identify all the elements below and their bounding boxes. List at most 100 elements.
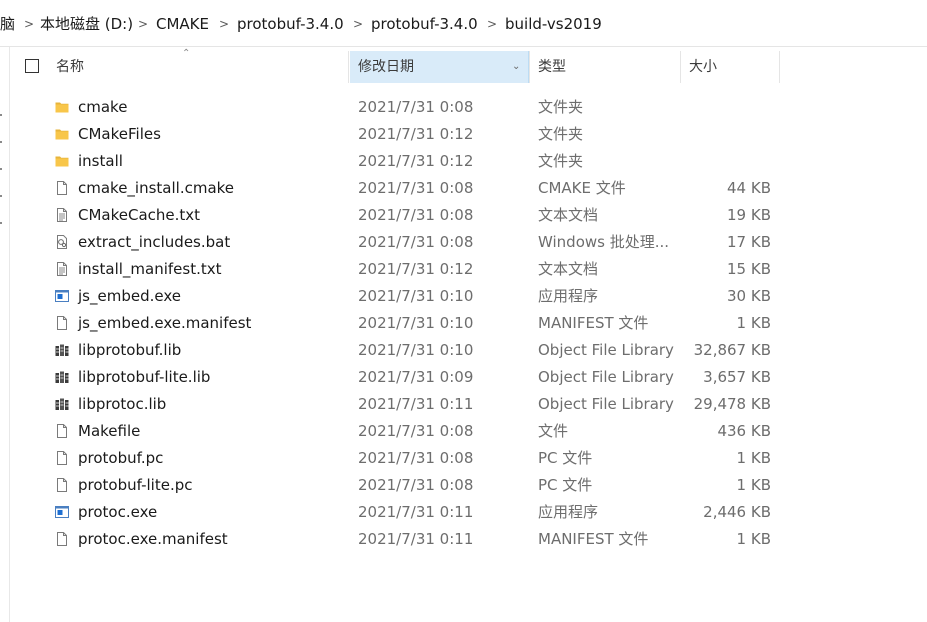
breadcrumb-item-drive[interactable]: 本地磁盘 (D:) [40,14,133,34]
breadcrumb-item-cmake[interactable]: CMAKE [156,14,209,34]
file-type: 文件夹 [538,152,584,170]
file-size: 436 KB [717,422,771,440]
file-type: MANIFEST 文件 [538,314,649,332]
file-date-modified: 2021/7/31 0:08 [358,422,474,440]
library-icon [54,342,70,358]
file-date-modified: 2021/7/31 0:11 [358,530,474,548]
file-name: protoc.exe [78,503,158,521]
chevron-down-icon[interactable]: ⌄ [512,60,520,74]
file-type: CMAKE 文件 [538,179,626,197]
file-name: libprotoc.lib [78,395,167,413]
file-row[interactable]: cmake_install.cmake 2021/7/31 0:08 CMAKE 文… [10,175,927,202]
file-icon [54,180,70,196]
file-date-modified: 2021/7/31 0:10 [358,314,474,332]
chevron-right-icon[interactable]: > [487,15,497,33]
chevron-right-icon[interactable]: > [353,15,363,33]
nav-pin-icon [0,168,2,170]
file-row[interactable]: protoc.exe 2021/7/31 0:11 应用程序 2,446 KB [10,499,927,526]
file-type: 文件 [538,422,569,440]
file-date-modified: 2021/7/31 0:08 [358,233,474,251]
column-header-date[interactable]: 修改日期 ⌄ [350,51,529,83]
file-name: install_manifest.txt [78,260,222,278]
chevron-right-icon[interactable]: > [138,15,148,33]
file-row[interactable]: CMakeFiles 2021/7/31 0:12 文件夹 [10,121,927,148]
chevron-right-icon[interactable]: > [219,15,229,33]
file-size: 32,867 KB [693,341,771,359]
file-date-modified: 2021/7/31 0:08 [358,476,474,494]
exe-icon [54,504,70,520]
file-row[interactable]: js_embed.exe.manifest 2021/7/31 0:10 MANIF… [10,310,927,337]
file-type: PC 文件 [538,449,593,467]
file-size [690,94,771,121]
column-header-name-label: 名称 [56,59,84,75]
column-header-type[interactable]: 类型 [530,51,680,83]
file-row[interactable]: CMakeCache.txt 2021/7/31 0:08 文本文档 19 KB [10,202,927,229]
column-divider[interactable] [348,51,349,83]
file-name: libprotobuf-lite.lib [78,368,211,386]
file-type: 应用程序 [538,287,599,305]
file-name: extract_includes.bat [78,233,231,251]
nav-pin-icon [0,222,2,224]
chevron-right-icon[interactable]: > [24,15,34,33]
file-size: 1 KB [736,476,771,494]
breadcrumb-item-protobuf-outer[interactable]: protobuf-3.4.0 [237,14,344,34]
file-row[interactable]: protoc.exe.manifest 2021/7/31 0:11 MANIFES… [10,526,927,553]
file-date-modified: 2021/7/31 0:10 [358,287,474,305]
file-type: 文件夹 [538,98,584,116]
file-type: 文本文档 [538,206,599,224]
nav-pin-icon [0,114,2,116]
file-row[interactable]: protobuf.pc 2021/7/31 0:08 PC 文件 1 KB [10,445,927,472]
file-row[interactable]: libprotoc.lib 2021/7/31 0:11 Object File L… [10,391,927,418]
file-row[interactable]: js_embed.exe 2021/7/31 0:10 应用程序 30 KB [10,283,927,310]
navigation-pane[interactable] [0,47,10,622]
breadcrumb-item-this-pc[interactable]: 脑 [0,14,15,34]
file-size: 2,446 KB [703,503,771,521]
file-type: Object File Library [538,395,674,413]
file-date-modified: 2021/7/31 0:11 [358,503,474,521]
file-date-modified: 2021/7/31 0:08 [358,98,474,116]
file-date-modified: 2021/7/31 0:08 [358,179,474,197]
breadcrumb-item-protobuf-inner[interactable]: protobuf-3.4.0 [371,14,478,34]
column-header-type-label: 类型 [538,59,566,75]
file-row[interactable]: Makefile 2021/7/31 0:08 文件 436 KB [10,418,927,445]
file-row[interactable]: protobuf-lite.pc 2021/7/31 0:08 PC 文件 1 KB [10,472,927,499]
file-row[interactable]: libprotobuf-lite.lib 2021/7/31 0:09 Object… [10,364,927,391]
file-size: 1 KB [736,449,771,467]
column-header-date-label: 修改日期 [358,59,414,75]
file-row[interactable]: cmake 2021/7/31 0:08 文件夹 [10,94,927,121]
file-row[interactable]: libprotobuf.lib 2021/7/31 0:10 Object File… [10,337,927,364]
file-name: cmake [78,98,128,116]
file-date-modified: 2021/7/31 0:12 [358,152,474,170]
file-icon [54,315,70,331]
file-size: 1 KB [736,314,771,332]
file-type: Windows 批处理... [538,233,670,251]
file-date-modified: 2021/7/31 0:08 [358,449,474,467]
text-file-icon [54,261,70,277]
file-row[interactable]: install_manifest.txt 2021/7/31 0:12 文本文档 15… [10,256,927,283]
file-size: 44 KB [727,179,771,197]
column-header-name[interactable]: 名称 [46,51,358,83]
folder-icon [54,153,70,169]
file-row[interactable]: extract_includes.bat 2021/7/31 0:08 Window… [10,229,927,256]
column-header-size[interactable]: 大小 [681,51,779,83]
file-name: install [78,152,123,170]
column-divider[interactable] [779,51,780,83]
file-row[interactable]: install 2021/7/31 0:12 文件夹 [10,148,927,175]
breadcrumb-item-build-vs2019[interactable]: build-vs2019 [505,14,602,34]
file-type: 文本文档 [538,260,599,278]
file-size: 1 KB [736,530,771,548]
file-name: protobuf.pc [78,449,164,467]
breadcrumb: 脑 > 本地磁盘 (D:) > CMAKE > protobuf-3.4.0 >… [0,0,927,47]
file-date-modified: 2021/7/31 0:12 [358,260,474,278]
file-size: 19 KB [727,206,771,224]
file-size: 30 KB [727,287,771,305]
library-icon [54,369,70,385]
file-icon [54,450,70,466]
file-icon [54,423,70,439]
file-type: 文件夹 [538,125,584,143]
file-name: Makefile [78,422,141,440]
file-name: libprotobuf.lib [78,341,182,359]
file-type: MANIFEST 文件 [538,530,649,548]
file-size: 29,478 KB [693,395,771,413]
file-name: protobuf-lite.pc [78,476,193,494]
